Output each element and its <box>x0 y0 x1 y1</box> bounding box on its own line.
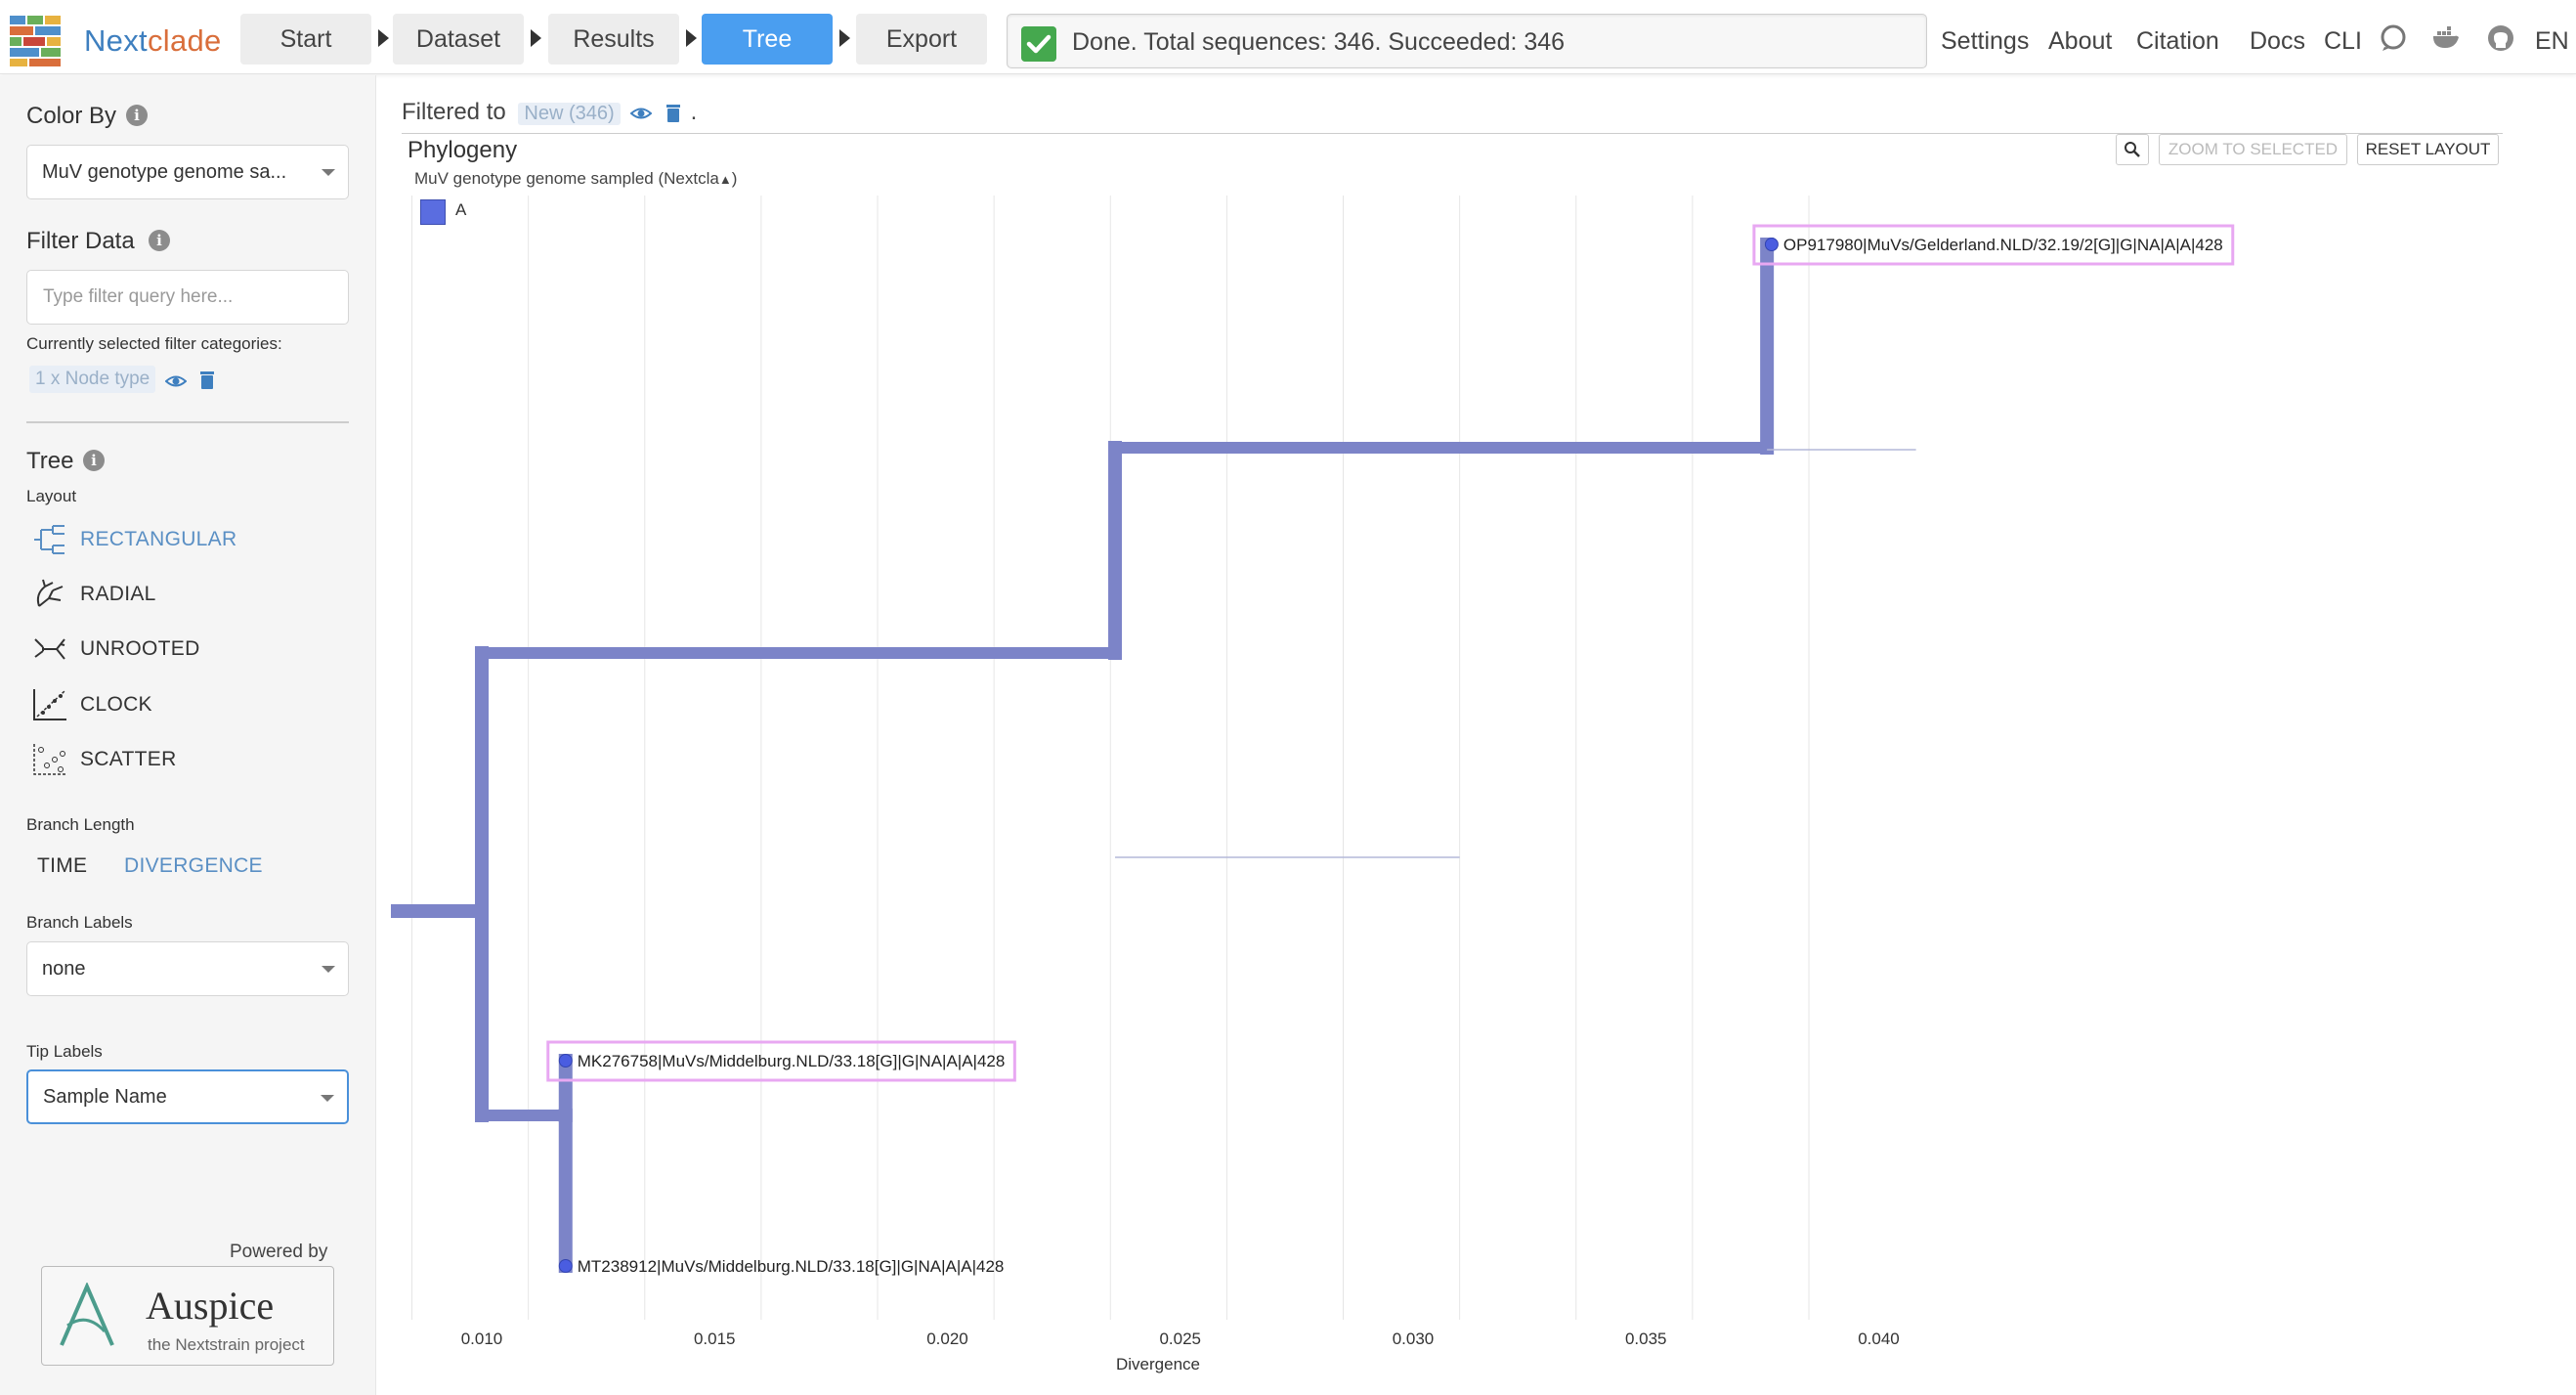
run-status-box: Done. Total sequences: 346. Succeeded: 3… <box>1007 14 1927 68</box>
nav-docs[interactable]: Docs <box>2250 27 2305 56</box>
brand-name[interactable]: Nextclade <box>84 23 222 59</box>
chevron-up-icon[interactable]: ▲ <box>719 172 732 187</box>
unrooted-layout-icon <box>34 638 65 660</box>
step-dataset[interactable]: Dataset <box>393 14 524 65</box>
clock-layout-icon <box>33 689 66 720</box>
x-tick-label: 0.010 <box>461 1330 503 1348</box>
filter-summary-suffix: . <box>690 99 698 125</box>
branch-labels-select[interactable]: none <box>26 941 349 996</box>
x-tick-label: 0.025 <box>1159 1330 1201 1348</box>
layout-label-clock: CLOCK <box>80 693 152 716</box>
auspice-subtitle: the Nextstrain project <box>148 1335 305 1354</box>
eye-icon[interactable] <box>165 371 187 392</box>
step-export[interactable]: Export <box>856 14 987 65</box>
layout-label: Layout <box>26 487 77 505</box>
branch-labels-label: Branch Labels <box>26 913 133 932</box>
top-navbar: Nextclade Start Dataset Results Tree Exp… <box>0 0 2576 74</box>
layout-label-radial: RADIAL <box>80 583 156 605</box>
zoom-icon-button[interactable] <box>2116 134 2149 165</box>
docker-icon[interactable] <box>2431 23 2461 53</box>
branch-length-label: Branch Length <box>26 815 135 834</box>
tree-title: Tree <box>26 448 74 474</box>
nav-settings[interactable]: Settings <box>1941 27 2029 56</box>
tip-label: MT238912|MuVs/Middelburg.NLD/33.18[G]|G|… <box>578 1257 1005 1276</box>
auspice-logo-icon <box>60 1283 114 1346</box>
chevron-down-icon <box>322 966 335 973</box>
filter-chip[interactable]: 1 x Node type <box>29 366 156 393</box>
step-start[interactable]: Start <box>240 14 371 65</box>
status-text: Done. Total sequences: 346. Succeeded: 3… <box>1072 28 1566 56</box>
tree-tip <box>1764 238 1779 251</box>
step-arrow-icon <box>531 29 541 47</box>
language-selector[interactable]: EN <box>2535 27 2569 56</box>
chevron-down-icon <box>322 169 335 176</box>
tree-tip <box>558 1259 573 1273</box>
layout-radial[interactable]: RADIAL <box>31 575 324 614</box>
info-icon[interactable]: i <box>126 105 148 126</box>
github-icon[interactable] <box>2486 23 2515 53</box>
nav-citation[interactable]: Citation <box>2136 27 2219 56</box>
x-tick-label: 0.040 <box>1858 1330 1900 1348</box>
layout-unrooted[interactable]: UNROOTED <box>31 630 324 669</box>
filter-summary-prefix: Filtered to <box>402 99 506 125</box>
filter-query-input[interactable] <box>26 270 349 325</box>
x-tick-label: 0.035 <box>1625 1330 1667 1348</box>
layout-scatter[interactable]: SCATTER <box>31 740 324 779</box>
auspice-badge[interactable]: Auspice the Nextstrain project <box>41 1266 334 1366</box>
layout-rectangular[interactable]: RECTANGULAR <box>31 520 324 559</box>
tip-label: MK276758|MuVs/Middelburg.NLD/33.18[G]|G|… <box>578 1052 1006 1070</box>
branch-length-divergence[interactable]: DIVERGENCE <box>124 854 263 878</box>
sidebar-divider <box>26 421 349 423</box>
zoom-to-selected-button[interactable]: ZOOM TO SELECTED <box>2159 134 2347 165</box>
x-axis-label: Divergence <box>1116 1355 1200 1373</box>
sidebar: Color By i MuV genotype genome sa... Fil… <box>0 75 376 1395</box>
layout-clock[interactable]: CLOCK <box>31 685 324 724</box>
chevron-down-icon <box>321 1095 334 1102</box>
success-check-icon <box>1021 26 1056 62</box>
scatter-layout-icon <box>33 744 66 775</box>
powered-by-label: Powered by <box>230 1242 328 1262</box>
nav-about[interactable]: About <box>2048 27 2112 56</box>
trash-icon[interactable] <box>663 103 684 124</box>
step-tree[interactable]: Tree <box>702 14 833 65</box>
info-icon[interactable]: i <box>149 230 170 251</box>
rectangular-layout-icon <box>34 525 64 554</box>
filter-summary: Filtered to New (346) . <box>402 99 697 126</box>
nav-cli[interactable]: CLI <box>2324 27 2362 56</box>
tip-labels-value: Sample Name <box>43 1086 167 1108</box>
eye-icon[interactable] <box>629 103 653 124</box>
reset-layout-button[interactable]: RESET LAYOUT <box>2357 134 2499 165</box>
filtered-chip[interactable]: New (346) <box>518 103 621 125</box>
color-by-value: MuV genotype genome sa... <box>42 161 287 183</box>
tip-labels-select[interactable]: Sample Name <box>26 1069 349 1124</box>
tip-label: OP917980|MuVs/Gelderland.NLD/32.19/2[G]|… <box>1783 236 2223 254</box>
nextclade-logo-icon[interactable] <box>10 16 61 66</box>
branch-labels-value: none <box>42 958 86 980</box>
phylogeny-tree: OP917980|MuVs/Gelderland.NLD/32.19/2[G]|… <box>391 196 2235 1373</box>
layout-label-unrooted: UNROOTED <box>80 637 200 660</box>
x-tick-label: 0.030 <box>1393 1330 1435 1348</box>
radial-layout-icon <box>36 579 64 607</box>
auspice-name: Auspice <box>146 1284 275 1328</box>
step-arrow-icon <box>378 29 389 47</box>
branch-length-time[interactable]: TIME <box>37 854 87 878</box>
tree-tip <box>558 1054 573 1068</box>
color-by-select[interactable]: MuV genotype genome sa... <box>26 145 349 199</box>
tip-labels-label: Tip Labels <box>26 1042 103 1061</box>
filter-data-title: Filter Data <box>26 228 135 254</box>
layout-label-rectangular: RECTANGULAR <box>80 528 237 550</box>
step-arrow-icon <box>686 29 697 47</box>
discussion-icon[interactable] <box>2379 23 2408 53</box>
x-tick-label: 0.015 <box>694 1330 736 1348</box>
x-tick-label: 0.020 <box>926 1330 968 1348</box>
panel-title: Phylogeny <box>408 137 518 163</box>
info-icon[interactable]: i <box>83 450 105 471</box>
step-arrow-icon <box>839 29 850 47</box>
step-results[interactable]: Results <box>548 14 679 65</box>
layout-label-scatter: SCATTER <box>80 748 177 770</box>
color-by-title: Color By <box>26 103 117 129</box>
trash-icon[interactable] <box>196 370 218 391</box>
zoom-icon <box>2125 142 2140 157</box>
selected-filter-label: Currently selected filter categories: <box>26 334 282 353</box>
